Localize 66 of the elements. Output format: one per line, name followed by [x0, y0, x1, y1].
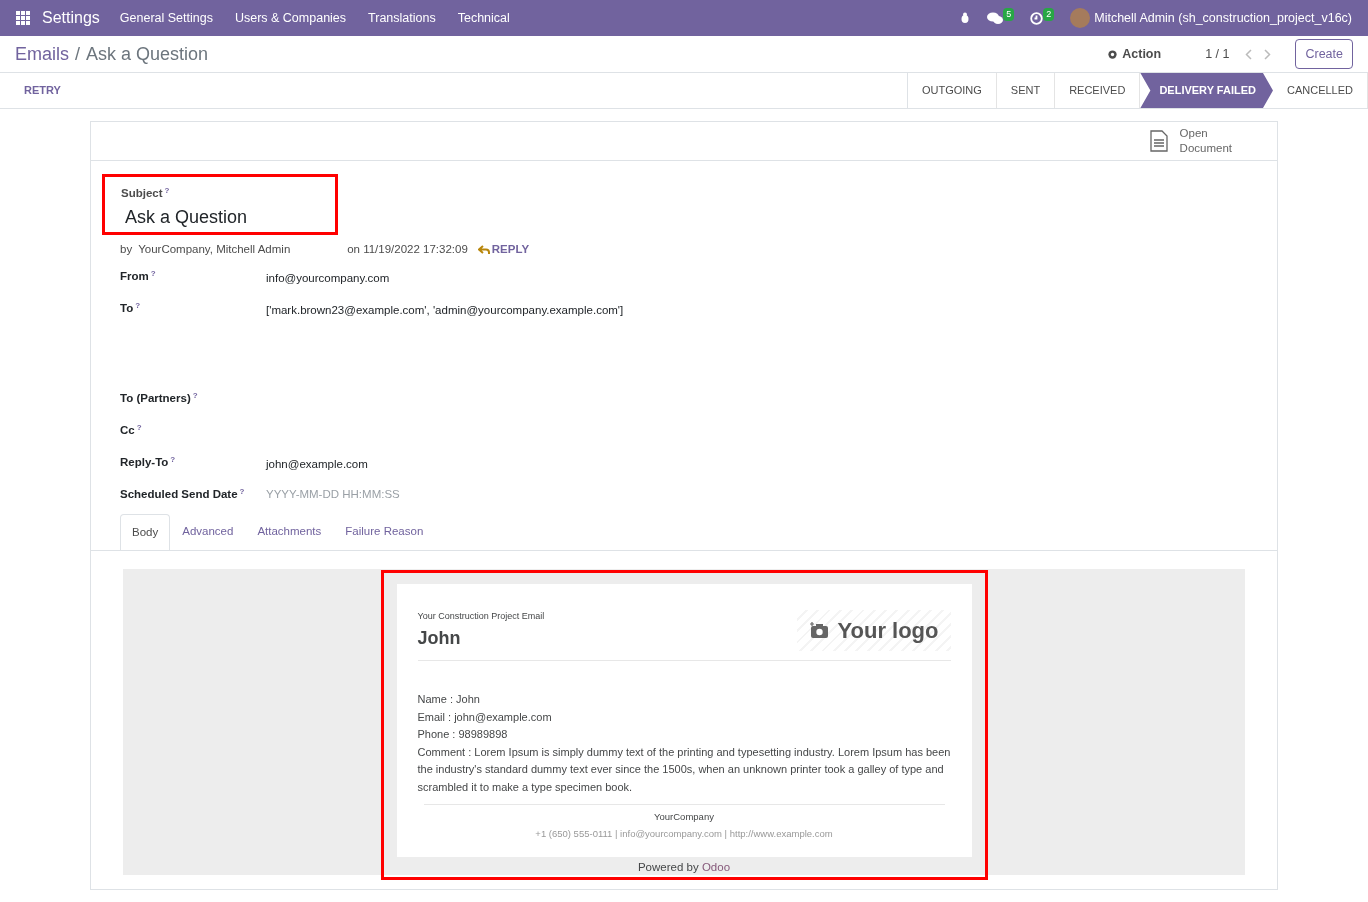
camera-icon	[809, 621, 830, 639]
help-mark[interactable]: ?	[170, 455, 176, 465]
menu-item[interactable]: Technical	[457, 8, 510, 28]
help-mark[interactable]: ?	[150, 269, 156, 279]
field-label: Reply-To	[120, 456, 169, 469]
status-stage[interactable]: RECEIVED	[1055, 73, 1141, 108]
field-value: ['mark.brown23@example.com', 'admin@yourcompany.example.com']	[266, 303, 624, 319]
author-value: YourCompany, Mitchell Admin	[138, 242, 292, 257]
status-stage[interactable]: CANCELLED	[1272, 73, 1368, 108]
apps-grid-icon[interactable]	[16, 11, 30, 25]
message-count-badge: 5	[1003, 7, 1015, 21]
help-mark[interactable]: ?	[164, 186, 170, 195]
breadcrumb-separator: /	[75, 42, 81, 66]
form-tab[interactable]: Failure Reason	[333, 514, 436, 550]
activity-count-badge: 2	[1043, 7, 1055, 21]
subject-value: Ask a Question	[125, 206, 249, 230]
document-icon	[1149, 130, 1168, 152]
clock-icon[interactable]	[1030, 11, 1044, 25]
breadcrumb-link[interactable]: Emails	[15, 40, 69, 68]
status-stage[interactable]: SENT	[996, 73, 1056, 108]
chat-icon[interactable]	[987, 11, 1004, 25]
field-label: To (Partners)	[120, 392, 191, 405]
odoo-link[interactable]: Odoo	[701, 861, 731, 874]
field-value: john@example.com	[266, 457, 368, 473]
menu-item[interactable]: Translations	[368, 8, 436, 28]
field-label: Cc	[120, 424, 135, 437]
author-prefix: by	[120, 242, 133, 257]
status-stage[interactable]: DELIVERY FAILED	[1140, 73, 1273, 108]
form-tab[interactable]: Body	[120, 514, 171, 551]
gear-icon	[1107, 48, 1119, 60]
logo-text: Your logo	[837, 616, 939, 645]
status-stage[interactable]: OUTGOING	[907, 73, 997, 108]
retry-button[interactable]: RETRY	[24, 82, 61, 99]
reply-icon	[477, 244, 490, 255]
create-button[interactable]: Create	[1295, 38, 1353, 70]
footer-company: YourCompany	[653, 810, 715, 824]
app-name[interactable]: Settings	[42, 6, 100, 30]
email-body-line: Comment : Lorem Ipsum is simply dummy text of the printing and typesetting industry. Lorem Ipsum has been the industry's standard dummy text ever since the 1500s, when an unknown printer took a galley of type and scrambled it to make a type specimen book.	[417, 744, 951, 795]
breadcrumb-current: Ask a Question	[86, 42, 209, 66]
date-value: on 11/19/2022 17:32:09	[347, 242, 468, 257]
powered-by-text: Powered by Odoo	[636, 860, 732, 876]
reply-button[interactable]: REPLY	[477, 241, 530, 259]
open-document-button[interactable]: Open Document	[1149, 122, 1232, 160]
email-body-line: Phone : 98989898	[417, 727, 509, 742]
menu-item[interactable]: General Settings	[119, 8, 213, 28]
menu-item[interactable]: Users & Companies	[234, 8, 347, 28]
form-tab[interactable]: Attachments	[245, 514, 334, 550]
date-input-field[interactable]: YYYY-MM-DD HH:MM:SS	[266, 485, 566, 504]
footer-contact: +1 (650) 555-0111 | info@yourcompany.com | http://www.example.com	[534, 827, 834, 842]
pager-value: 1 / 1	[1205, 45, 1230, 63]
email-body-line: Email : john@example.com	[417, 709, 553, 725]
help-mark[interactable]: ?	[136, 423, 142, 433]
field-label: From	[120, 270, 149, 283]
field-label: Scheduled Send Date	[120, 488, 238, 501]
recipient-name: John	[417, 627, 462, 650]
help-mark[interactable]: ?	[239, 487, 245, 497]
user-menu[interactable]: Mitchell Admin (sh_construction_project_v16c)	[1094, 8, 1352, 28]
field-value: info@yourcompany.com	[266, 271, 390, 287]
field-label: To	[120, 302, 134, 315]
email-kicker: Your Construction Project Email	[417, 609, 545, 623]
help-mark[interactable]: ?	[135, 301, 141, 311]
email-body-line: Name : John	[417, 692, 481, 707]
form-tab[interactable]: Advanced	[170, 514, 246, 550]
help-mark[interactable]: ?	[192, 391, 198, 401]
action-button[interactable]: Action	[1107, 44, 1162, 64]
field-label: Subject	[121, 187, 163, 199]
